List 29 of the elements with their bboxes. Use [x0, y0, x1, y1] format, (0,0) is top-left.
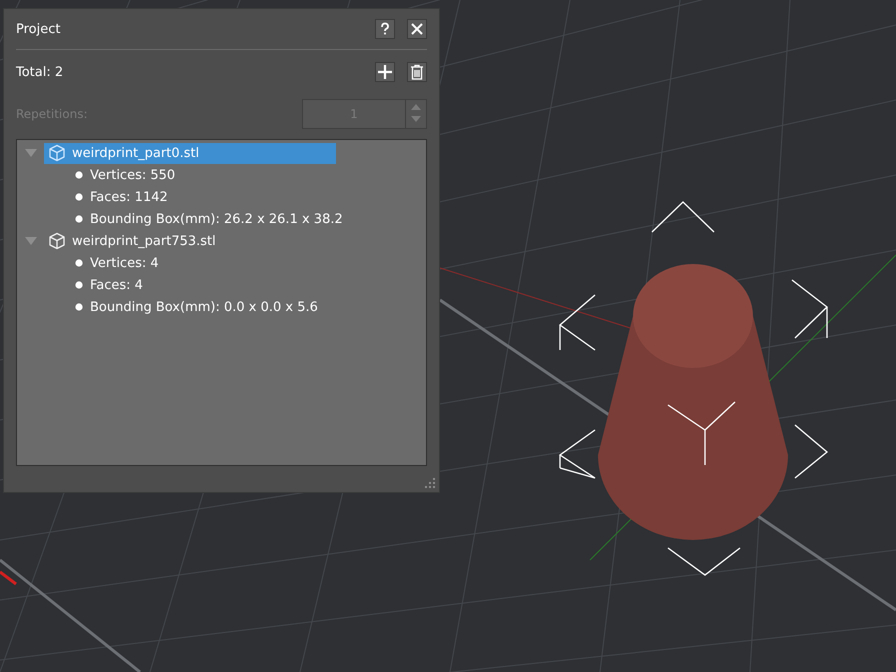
bullet-icon [75, 281, 83, 289]
help-icon [378, 22, 392, 36]
trash-icon [410, 64, 424, 80]
property-text: Faces: 4 [90, 278, 143, 292]
bullet-icon [75, 259, 83, 267]
resize-grip-icon[interactable] [424, 477, 436, 489]
close-button[interactable] [407, 19, 427, 39]
delete-button[interactable] [407, 62, 427, 82]
expand-arrow-icon[interactable] [24, 147, 38, 159]
add-button[interactable] [375, 62, 395, 82]
bullet-icon [75, 303, 83, 311]
file-item[interactable]: weirdprint_part753.stl [44, 230, 336, 252]
cube-icon [48, 144, 66, 162]
property-text: Bounding Box(mm): 26.2 x 26.1 x 38.2 [90, 212, 343, 226]
bullet-icon [75, 171, 83, 179]
property-text: Faces: 1142 [90, 190, 168, 204]
property-text: Vertices: 4 [90, 256, 159, 270]
close-icon [410, 22, 424, 36]
plus-icon [377, 64, 393, 80]
bullet-icon [75, 215, 83, 223]
panel-title: Project [16, 22, 60, 36]
bullet-icon [75, 193, 83, 201]
help-button[interactable] [375, 19, 395, 39]
expand-arrow-icon[interactable] [24, 235, 38, 247]
property-text: Vertices: 550 [90, 168, 176, 182]
file-item[interactable]: weirdprint_part0.stl [44, 142, 336, 164]
property-text: Bounding Box(mm): 0.0 x 0.0 x 5.6 [90, 300, 318, 314]
total-count: Total: 2 [16, 64, 64, 80]
cube-icon [48, 232, 66, 250]
